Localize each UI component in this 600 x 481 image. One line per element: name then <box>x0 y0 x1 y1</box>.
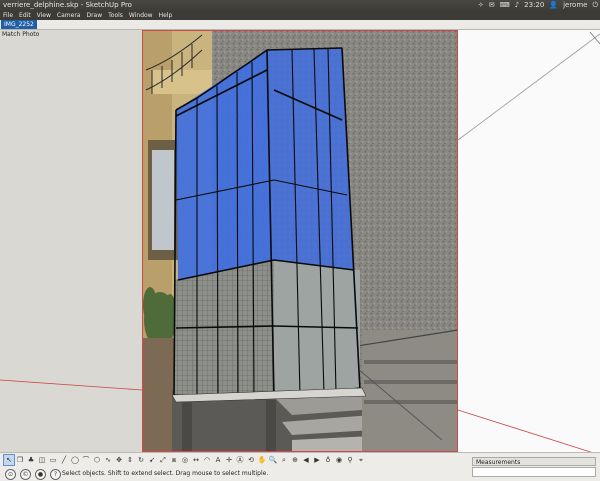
look-around-tool-icon[interactable]: ◉ <box>334 455 344 465</box>
dimension-tool-icon[interactable]: ↔ <box>191 455 201 465</box>
pan-tool-icon[interactable]: ✋ <box>257 455 267 465</box>
status-icons: ⊙ © ● ? <box>5 469 61 480</box>
paint-bucket-tool-icon[interactable]: ♣ <box>26 455 36 465</box>
menu-bar: File Edit View Camera Draw Tools Window … <box>0 11 600 20</box>
freehand-tool-icon[interactable]: ∿ <box>103 455 113 465</box>
next-view-tool-icon[interactable]: ▶ <box>312 455 322 465</box>
position-camera-tool-icon[interactable]: ♁ <box>323 455 333 465</box>
tool-palette: ↖ ❐ ♣ ◫ ▭ ╱ ◯ ⌒ ⬡ ∿ ✥ ⇕ ↻ ➹ ⤢ ⧈ ◎ ↔ ◠ A … <box>3 454 366 466</box>
circle-tool-icon[interactable]: ◯ <box>70 455 80 465</box>
polygon-tool-icon[interactable]: ⬡ <box>92 455 102 465</box>
geolocation-icon[interactable]: ⊙ <box>5 469 16 480</box>
zoom-window-tool-icon[interactable]: ⌕ <box>279 455 289 465</box>
user-account-icon[interactable]: ● <box>35 469 46 480</box>
line-tool-icon[interactable]: ╱ <box>59 455 69 465</box>
push-pull-tool-icon[interactable]: ⇕ <box>125 455 135 465</box>
axes-tool-icon[interactable]: ✛ <box>224 455 234 465</box>
dropbox-icon[interactable]: ✧ <box>478 0 484 11</box>
offset-tool-icon[interactable]: ⧈ <box>169 455 179 465</box>
status-text: Select objects. Shift to extend select. … <box>62 470 269 477</box>
window-title: verriere_delphine.skp - SketchUp Pro <box>3 1 132 9</box>
zoom-extents-tool-icon[interactable]: ⊕ <box>290 455 300 465</box>
window-titlebar: verriere_delphine.skp - SketchUp Pro ✧ ✉… <box>0 0 600 11</box>
orbit-tool-icon[interactable]: ⟲ <box>246 455 256 465</box>
walk-tool-icon[interactable]: ⚲ <box>345 455 355 465</box>
mail-icon[interactable]: ✉ <box>489 0 495 11</box>
component-tool-icon[interactable]: ❐ <box>15 455 25 465</box>
eraser-tool-icon[interactable]: ◫ <box>37 455 47 465</box>
menu-edit[interactable]: Edit <box>16 11 34 20</box>
zoom-tool-icon[interactable]: 🔍 <box>268 455 278 465</box>
tape-measure-tool-icon[interactable]: ◎ <box>180 455 190 465</box>
previous-view-tool-icon[interactable]: ◀ <box>301 455 311 465</box>
arc-tool-icon[interactable]: ⌒ <box>81 455 91 465</box>
move-tool-icon[interactable]: ✥ <box>114 455 124 465</box>
match-photo-image <box>142 30 458 452</box>
measurements-label: Measurements <box>472 457 596 466</box>
scene-tab[interactable]: IMG_2252 <box>1 20 37 29</box>
section-plane-tool-icon[interactable]: ⌖ <box>356 455 366 465</box>
user-name[interactable]: jerome <box>563 0 587 11</box>
menu-help[interactable]: Help <box>156 11 176 20</box>
measurements-input[interactable] <box>472 467 596 477</box>
menu-window[interactable]: Window <box>126 11 156 20</box>
credits-icon[interactable]: © <box>20 469 31 480</box>
menu-view[interactable]: View <box>34 11 54 20</box>
keyboard-icon[interactable]: ⌨ <box>500 0 510 11</box>
clock[interactable]: 23:20 <box>524 0 544 11</box>
status-bar: ↖ ❐ ♣ ◫ ▭ ╱ ◯ ⌒ ⬡ ∿ ✥ ⇕ ↻ ➹ ⤢ ⧈ ◎ ↔ ◠ A … <box>0 452 600 481</box>
help-icon[interactable]: ? <box>50 469 61 480</box>
user-icon[interactable]: 👤 <box>549 0 558 11</box>
photo-scene <box>142 30 458 452</box>
scene-tabs-bar: IMG_2252 <box>0 20 600 30</box>
power-icon[interactable]: ⏻ <box>592 0 598 11</box>
scale-tool-icon[interactable]: ⤢ <box>158 455 168 465</box>
drawing-viewport[interactable]: Match Photo <box>0 30 600 452</box>
menu-camera[interactable]: Camera <box>54 11 84 20</box>
match-photo-label: Match Photo <box>2 31 40 38</box>
system-tray: ✧ ✉ ⌨ ♪ 23:20 👤 jerome ⏻ <box>478 0 598 11</box>
volume-icon[interactable]: ♪ <box>515 0 519 11</box>
rectangle-tool-icon[interactable]: ▭ <box>48 455 58 465</box>
select-tool-icon[interactable]: ↖ <box>3 454 15 466</box>
menu-tools[interactable]: Tools <box>105 11 126 20</box>
text-tool-icon[interactable]: A <box>213 455 223 465</box>
menu-draw[interactable]: Draw <box>83 11 105 20</box>
rotate-tool-icon[interactable]: ↻ <box>136 455 146 465</box>
menu-file[interactable]: File <box>0 11 16 20</box>
follow-me-tool-icon[interactable]: ➹ <box>147 455 157 465</box>
3d-text-tool-icon[interactable]: Ⓐ <box>235 455 245 465</box>
protractor-tool-icon[interactable]: ◠ <box>202 455 212 465</box>
